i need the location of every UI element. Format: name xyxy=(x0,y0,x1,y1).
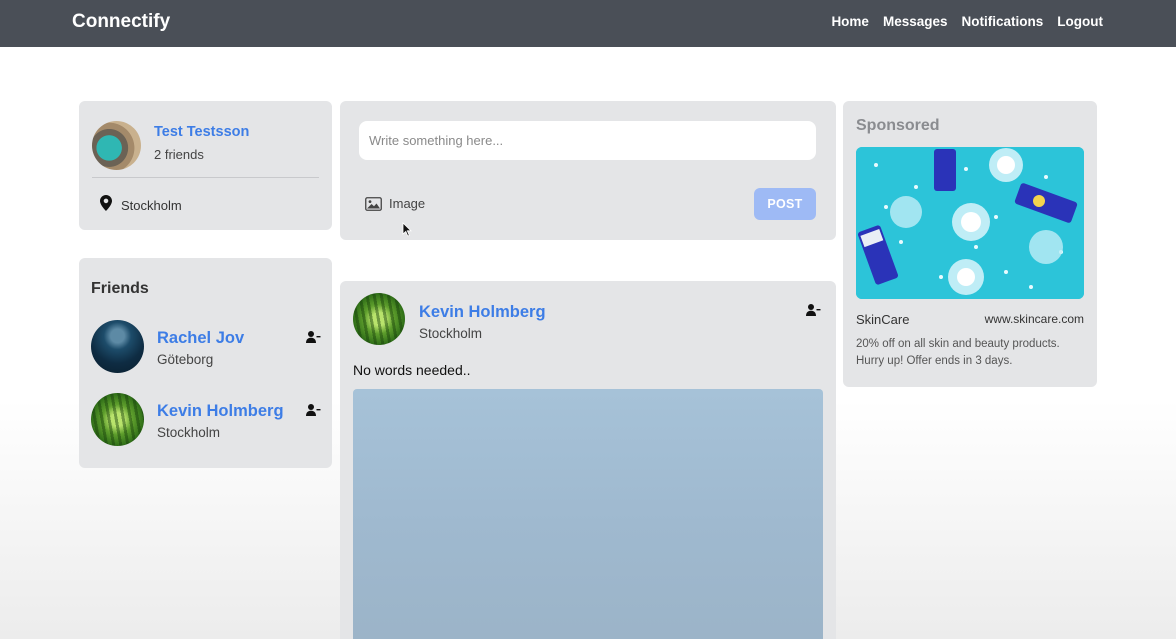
nav-notifications[interactable]: Notifications xyxy=(962,14,1044,29)
sponsored-card: Sponsored SkinCare www.skincare.com 20% … xyxy=(843,101,1097,387)
post-text: No words needed.. xyxy=(353,362,471,378)
profile-divider xyxy=(92,177,319,178)
friends-title: Friends xyxy=(91,280,149,297)
profile-card: Test Testsson 2 friends Stockholm xyxy=(79,101,332,230)
remove-friend-icon[interactable] xyxy=(806,304,821,316)
brand-logo[interactable]: Connectify xyxy=(72,11,170,33)
post-input[interactable] xyxy=(359,121,816,160)
friends-card: Friends Rachel Jov Göteborg Kevin Holmbe… xyxy=(79,258,332,468)
profile-name[interactable]: Test Testsson xyxy=(154,124,249,140)
nav-logout[interactable]: Logout xyxy=(1057,14,1103,29)
image-upload-button[interactable]: Image xyxy=(365,196,425,211)
friend-name[interactable]: Kevin Holmberg xyxy=(157,402,284,421)
post-author-avatar[interactable] xyxy=(353,293,405,345)
remove-friend-icon[interactable] xyxy=(306,331,321,343)
profile-friends-count: 2 friends xyxy=(154,147,204,162)
ad-description: 20% off on all skin and beauty products.… xyxy=(856,338,1060,367)
nav-links: Home Messages Notifications Logout xyxy=(831,14,1103,29)
image-icon xyxy=(365,196,382,211)
nav-home[interactable]: Home xyxy=(831,14,869,29)
post-author-location: Stockholm xyxy=(419,326,483,341)
friend-avatar[interactable] xyxy=(91,393,144,446)
ad-url[interactable]: www.skincare.com xyxy=(985,312,1084,326)
feed-post: Kevin Holmberg Stockholm No words needed… xyxy=(340,281,836,639)
remove-friend-icon[interactable] xyxy=(306,404,321,416)
sponsored-title: Sponsored xyxy=(856,117,940,134)
image-upload-label: Image xyxy=(389,196,426,211)
mouse-cursor-icon xyxy=(402,222,412,237)
ad-image[interactable] xyxy=(856,147,1084,299)
post-image[interactable] xyxy=(353,389,823,639)
friend-location: Göteborg xyxy=(157,352,214,367)
location-pin-icon xyxy=(100,195,112,211)
ad-product-illustration xyxy=(856,147,1084,299)
post-author-name[interactable]: Kevin Holmberg xyxy=(419,303,546,322)
nav-messages[interactable]: Messages xyxy=(883,14,948,29)
friend-avatar[interactable] xyxy=(91,320,144,373)
top-navbar: Connectify Home Messages Notifications L… xyxy=(0,0,1176,47)
friend-name[interactable]: Rachel Jov xyxy=(157,329,244,348)
ad-brand: SkinCare xyxy=(856,312,910,327)
profile-avatar[interactable] xyxy=(92,121,141,170)
profile-location: Stockholm xyxy=(121,198,182,213)
friend-location: Stockholm xyxy=(157,425,221,440)
post-composer: Image POST xyxy=(340,101,836,240)
post-button[interactable]: POST xyxy=(754,188,816,220)
